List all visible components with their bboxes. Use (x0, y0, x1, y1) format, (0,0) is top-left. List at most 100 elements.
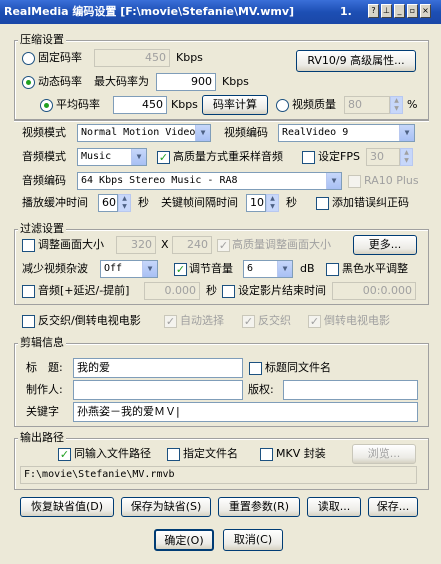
minimize-button[interactable]: _ (394, 4, 405, 18)
chevron-down-icon[interactable]: ▼ (131, 149, 146, 165)
mkv-checkbox[interactable] (260, 448, 273, 461)
fps-label: 设定FPS (318, 150, 360, 163)
copyright-label: 版权: (248, 383, 274, 396)
video-mode-label: 视频模式 (22, 126, 66, 139)
volume-checkbox[interactable]: ✓ (174, 263, 187, 276)
copyright-input[interactable] (283, 380, 418, 400)
bitrate-calc-button[interactable]: 码率计算 (202, 95, 268, 115)
chevron-down-icon[interactable]: ▼ (326, 173, 341, 189)
audio-codec-value: 64 Kbps Stereo Music - RA8 (81, 175, 238, 186)
browse-button[interactable]: 浏览... (352, 444, 416, 464)
denoise-select[interactable]: Off ▼ (100, 260, 158, 278)
maximize-button[interactable]: ▫ (407, 4, 418, 18)
save-default-button[interactable]: 保存为缺省(S) (121, 497, 211, 517)
more-button[interactable]: 更多... (353, 235, 417, 255)
denoise-value: Off (104, 263, 123, 274)
video-codec-label: 视频编码 (224, 126, 268, 139)
compression-legend: 压缩设置 (18, 33, 66, 46)
read-button[interactable]: 读取... (307, 497, 361, 517)
output-path: F:\movie\Stefanie\MV.rmvb (20, 466, 417, 484)
vbr-radio[interactable] (22, 76, 35, 89)
ecc-label: 添加错误纠正码 (332, 196, 409, 209)
fps-spinner[interactable]: ▲ ▼ (400, 148, 413, 166)
save-button[interactable]: 保存... (368, 497, 418, 517)
close-button[interactable]: × (420, 4, 431, 18)
same-path-label: 同输入文件路径 (74, 447, 151, 460)
width-input[interactable]: 320 (116, 236, 156, 254)
audio-delay-input[interactable]: 0.000 (144, 282, 200, 300)
audio-mode-select[interactable]: Music ▼ (77, 148, 147, 166)
chevron-down-icon[interactable]: ▼ (277, 261, 292, 277)
keywords-input[interactable]: 孙燕姿－我的爱ＭＶ| (73, 402, 418, 422)
height-input[interactable]: 240 (172, 236, 212, 254)
volume-select[interactable]: 6 ▼ (243, 260, 293, 278)
named-file-checkbox[interactable] (167, 448, 180, 461)
reset-button[interactable]: 重置参数(R) (218, 497, 300, 517)
telecine-checkbox[interactable]: ✓ (308, 315, 321, 328)
volume-unit: dB (300, 262, 315, 275)
vbr-label: 动态码率 (38, 75, 82, 88)
quality-spinner[interactable]: ▲ ▼ (390, 96, 403, 114)
deinterlace-label: 反交织/倒转电视电影 (38, 314, 141, 327)
max-rate-unit: Kbps (222, 75, 249, 88)
quality-label: 视频质量 (292, 98, 336, 111)
resize-checkbox[interactable] (22, 239, 35, 252)
keyframe-input[interactable]: 10 (246, 194, 266, 212)
end-time-checkbox[interactable] (222, 285, 235, 298)
keyframe-spinner[interactable]: ▲ ▼ (266, 194, 279, 212)
author-input[interactable] (73, 380, 243, 400)
avg-rate-input[interactable]: 450 (113, 96, 167, 114)
cancel-button[interactable]: 取消(C) (223, 529, 283, 551)
buffer-spinner[interactable]: ▲ ▼ (118, 194, 131, 212)
cbr-radio[interactable] (22, 52, 35, 65)
title-bar[interactable]: RealMedia 编码设置 [F:\movie\Stefanie\MV.wmv… (0, 0, 441, 24)
deinterlace-checkbox[interactable] (22, 315, 35, 328)
fps-input[interactable]: 30 (366, 148, 400, 166)
buffer-label: 播放缓冲时间 (22, 196, 88, 209)
author-label: 制作人: (26, 383, 63, 396)
audio-delay-unit: 秒 (206, 284, 217, 297)
chevron-down-icon[interactable]: ▼ (399, 125, 414, 141)
video-codec-select[interactable]: RealVideo 9 ▼ (278, 124, 415, 142)
ra10-checkbox[interactable] (348, 175, 361, 188)
chevron-down-icon[interactable]: ▼ (195, 125, 210, 141)
restore-default-button[interactable]: 恢复缺省值(D) (20, 497, 114, 517)
quality-radio[interactable] (276, 99, 289, 112)
video-mode-select[interactable]: Normal Motion Video ▼ (77, 124, 211, 142)
black-level-label: 黑色水平调整 (342, 262, 408, 275)
audio-delay-checkbox[interactable] (22, 285, 35, 298)
ecc-checkbox[interactable] (316, 197, 329, 210)
rv-advanced-button[interactable]: RV10/9 高级属性... (296, 50, 416, 72)
audio-delay-label: 音频[+延迟/-提前] (38, 284, 130, 297)
keywords-label: 关键字 (26, 405, 59, 418)
denoise-label: 减少视频杂波 (22, 262, 88, 275)
pin-button[interactable]: ⊥ (381, 4, 392, 18)
buffer-input[interactable]: 60 (98, 194, 118, 212)
resize-label: 调整画面大小 (38, 238, 104, 251)
max-rate-label: 最大码率为 (94, 75, 149, 88)
black-level-checkbox[interactable] (326, 263, 339, 276)
same-name-label: 标题同文件名 (265, 361, 331, 374)
times-label: X (161, 238, 169, 251)
auto-select-checkbox[interactable]: ✓ (164, 315, 177, 328)
ok-button[interactable]: 确定(O) (154, 529, 214, 551)
audio-codec-label: 音频编码 (22, 174, 66, 187)
deint-checkbox[interactable]: ✓ (242, 315, 255, 328)
cbr-input[interactable]: 450 (94, 49, 170, 67)
title-input[interactable]: 我的爱 (73, 358, 243, 378)
same-path-checkbox[interactable]: ✓ (58, 448, 71, 461)
audio-codec-select[interactable]: 64 Kbps Stereo Music - RA8 ▼ (77, 172, 342, 190)
keyframe-unit: 秒 (286, 196, 297, 209)
fps-checkbox[interactable] (302, 151, 315, 164)
chevron-down-icon[interactable]: ▼ (142, 261, 157, 277)
same-name-checkbox[interactable] (249, 362, 262, 375)
hq-resize-checkbox[interactable]: ✓ (217, 239, 230, 252)
video-codec-value: RealVideo 9 (282, 127, 349, 138)
help-button[interactable]: ? (368, 4, 379, 18)
end-time-input[interactable]: 00:0.000 (332, 282, 416, 300)
quality-input[interactable]: 80 (344, 96, 390, 114)
hq-resample-checkbox[interactable]: ✓ (157, 151, 170, 164)
max-rate-input[interactable]: 900 (156, 73, 216, 91)
audio-mode-label: 音频模式 (22, 150, 66, 163)
avg-radio[interactable] (40, 99, 53, 112)
